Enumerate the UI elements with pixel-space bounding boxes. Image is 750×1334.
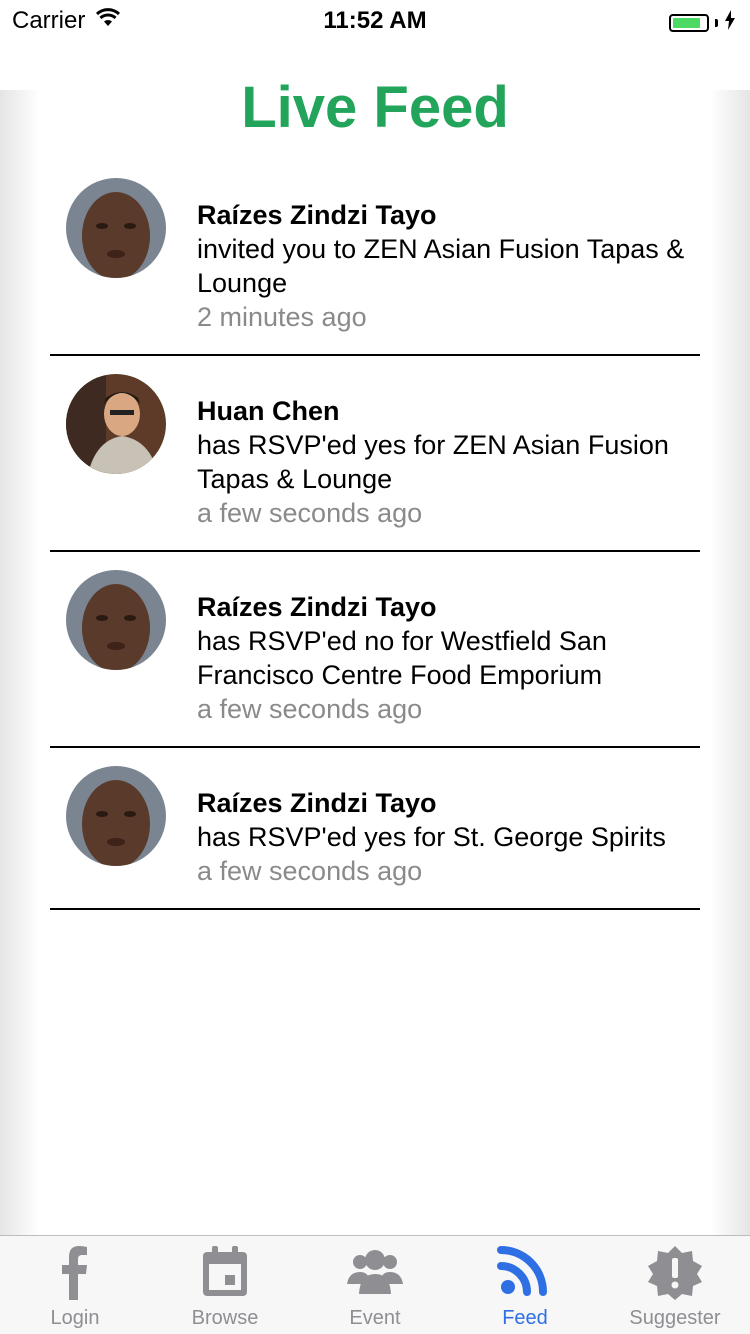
battery-cap <box>715 19 718 27</box>
tab-label: Feed <box>502 1307 548 1329</box>
status-time: 11:52 AM <box>323 7 427 34</box>
feed-item[interactable]: Raízes Zindzi Tayo has RSVP'ed no for We… <box>50 552 700 748</box>
avatar[interactable] <box>66 178 166 278</box>
avatar[interactable] <box>66 374 166 474</box>
battery-icon <box>669 14 709 32</box>
feed-message: has RSVP'ed no for Westfield San Francis… <box>197 626 607 690</box>
feed-text: Raízes Zindzi Tayo has RSVP'ed yes for S… <box>197 766 700 888</box>
feed-item[interactable]: Huan Chen has RSVP'ed yes for ZEN Asian … <box>50 356 700 552</box>
feed-user-name: Raízes Zindzi Tayo <box>197 592 437 622</box>
avatar[interactable] <box>66 570 166 670</box>
tab-event[interactable]: Event <box>300 1236 450 1334</box>
feed-timestamp: a few seconds ago <box>197 856 423 886</box>
feed-message: has RSVP'ed yes for St. George Spirits <box>197 822 666 852</box>
tab-label: Login <box>50 1307 100 1329</box>
tab-suggester[interactable]: Suggester <box>600 1236 750 1334</box>
left-edge-shadow <box>0 90 40 1236</box>
feed-message: invited you to ZEN Asian Fusion Tapas & … <box>197 234 685 298</box>
feed-text: Raízes Zindzi Tayo invited you to ZEN As… <box>197 178 700 334</box>
right-edge-shadow <box>710 90 750 1236</box>
feed-timestamp: a few seconds ago <box>197 498 423 528</box>
charging-bolt-icon <box>724 9 736 37</box>
tab-label: Suggester <box>629 1307 721 1329</box>
feed-item[interactable]: Raízes Zindzi Tayo invited you to ZEN As… <box>50 160 700 356</box>
feed-user-name: Raízes Zindzi Tayo <box>197 788 437 818</box>
tab-bar: Login Browse Event Feed Suggester <box>0 1235 750 1334</box>
tab-login[interactable]: Login <box>0 1236 150 1334</box>
battery-fill <box>673 18 701 28</box>
tab-feed[interactable]: Feed <box>450 1236 600 1334</box>
feed-message: has RSVP'ed yes for ZEN Asian Fusion Tap… <box>197 430 669 494</box>
calendar-icon <box>195 1244 255 1300</box>
status-bar: Carrier 11:52 AM <box>0 0 750 40</box>
avatar[interactable] <box>66 766 166 866</box>
feed-timestamp: 2 minutes ago <box>197 302 367 332</box>
feed-text: Huan Chen has RSVP'ed yes for ZEN Asian … <box>197 374 700 530</box>
facebook-icon <box>45 1244 105 1300</box>
feed-user-name: Raízes Zindzi Tayo <box>197 200 437 230</box>
rss-feed-icon <box>495 1244 555 1300</box>
status-right <box>669 9 736 37</box>
tab-label: Browse <box>191 1307 259 1329</box>
feed-user-name: Huan Chen <box>197 396 340 426</box>
page-title: Live Feed <box>241 75 509 140</box>
feed-timestamp: a few seconds ago <box>197 694 423 724</box>
feed-text: Raízes Zindzi Tayo has RSVP'ed no for We… <box>197 570 700 726</box>
feed-item[interactable]: Raízes Zindzi Tayo has RSVP'ed yes for S… <box>50 748 700 910</box>
alert-badge-icon <box>645 1244 705 1300</box>
tab-label: Event <box>349 1307 401 1329</box>
tab-browse[interactable]: Browse <box>150 1236 300 1334</box>
users-icon <box>345 1244 405 1300</box>
feed-list[interactable]: Raízes Zindzi Tayo invited you to ZEN As… <box>50 160 700 910</box>
